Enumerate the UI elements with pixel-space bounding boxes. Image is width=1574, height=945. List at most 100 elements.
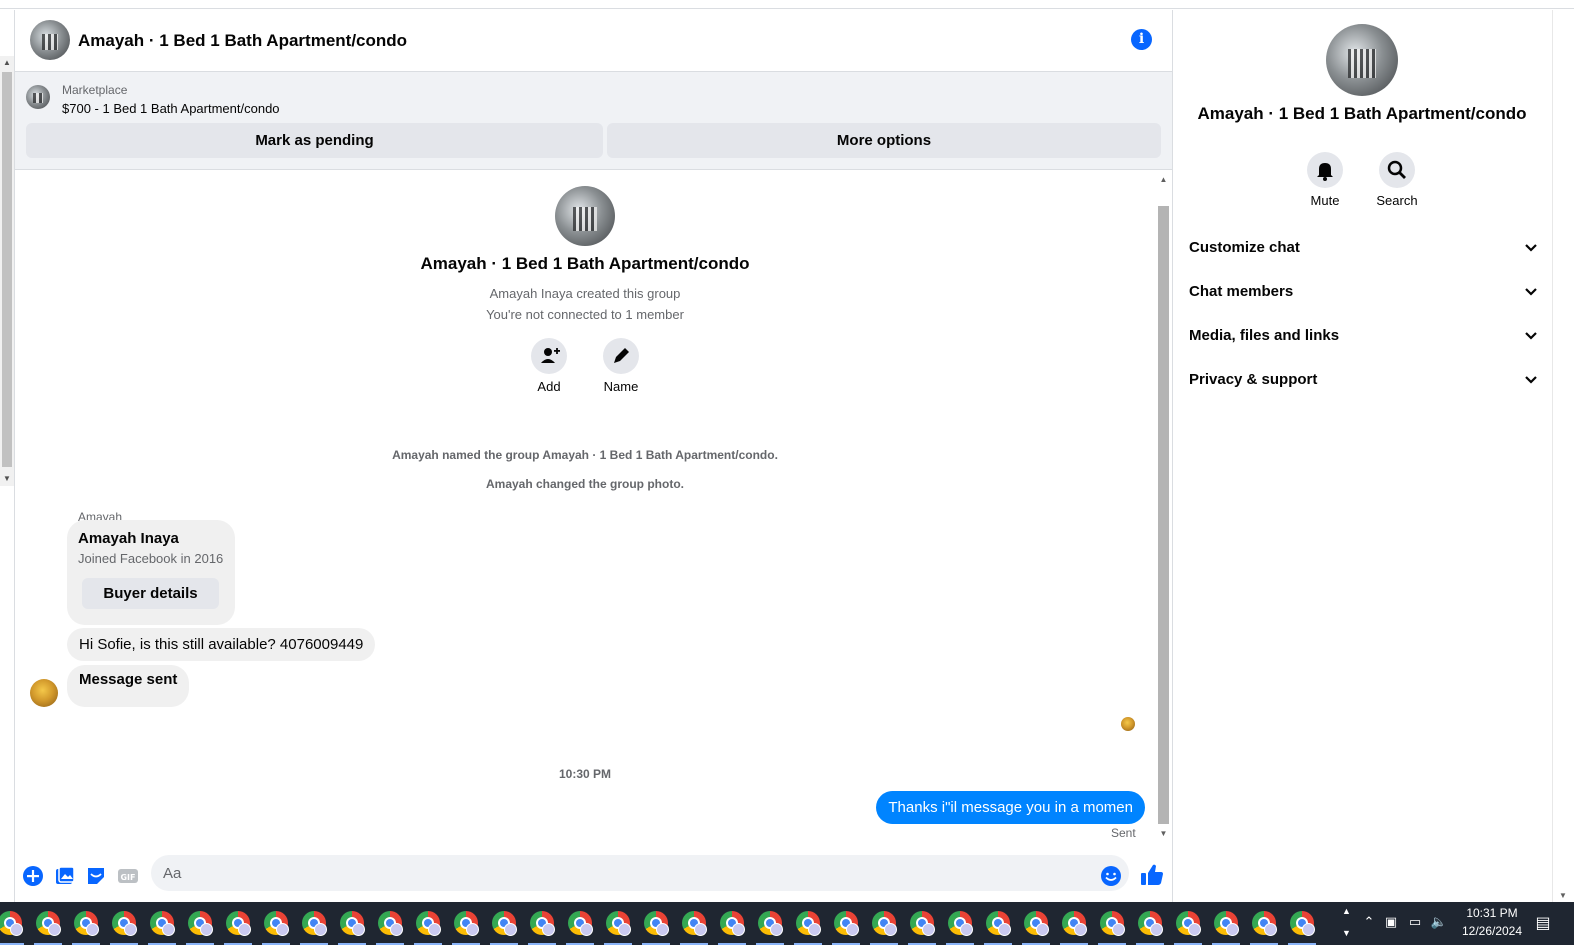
message-scrollbar[interactable]: ▲ ▼ xyxy=(1157,174,1170,839)
message-input[interactable] xyxy=(151,855,1129,891)
chrome-taskbar-icon[interactable] xyxy=(216,902,254,945)
plus-circle-icon[interactable] xyxy=(22,865,44,887)
chrome-taskbar-icon[interactable] xyxy=(672,902,710,945)
scrollbar-thumb[interactable] xyxy=(1158,206,1169,824)
mark-as-pending-button[interactable]: Mark as pending xyxy=(26,123,603,158)
chrome-taskbar-icon[interactable] xyxy=(1204,902,1242,945)
chrome-taskbar-icon[interactable] xyxy=(938,902,976,945)
chrome-taskbar-icon[interactable] xyxy=(1014,902,1052,945)
sidebar-item-privacy-support[interactable]: Privacy & support xyxy=(1189,360,1541,400)
info-icon[interactable]: i xyxy=(1131,29,1152,50)
message-timestamp: 10:30 PM xyxy=(558,767,612,781)
pencil-icon xyxy=(614,348,629,363)
sent-status: Sent xyxy=(1111,826,1136,840)
add-member-button[interactable] xyxy=(531,338,567,374)
more-options-button[interactable]: More options xyxy=(607,123,1161,158)
chrome-taskbar-icon[interactable] xyxy=(596,902,634,945)
chrome-taskbar-icon[interactable] xyxy=(330,902,368,945)
chrome-taskbar-icon[interactable] xyxy=(1280,902,1318,945)
chrome-taskbar-icon[interactable] xyxy=(254,902,292,945)
mute-button[interactable] xyxy=(1307,152,1343,188)
chrome-taskbar-icon[interactable] xyxy=(482,902,520,945)
sent-message-bubble[interactable]: Thanks i"il message you in a momen xyxy=(876,791,1145,824)
sidebar-item-customize-chat[interactable]: Customize chat xyxy=(1189,228,1541,268)
chrome-taskbar-icon[interactable] xyxy=(900,902,938,945)
chevron-up-icon[interactable]: ▲ xyxy=(1342,906,1351,916)
chrome-taskbar-icon[interactable] xyxy=(976,902,1014,945)
message-bubble[interactable]: Hi Sofie, is this still available? 40760… xyxy=(67,628,376,661)
chrome-taskbar-icon[interactable] xyxy=(1090,902,1128,945)
windows-taskbar: ▲ ▼ ⌃ ▣ ▭ 🔈 10:31 PM 12/26/2024 ▤ xyxy=(0,902,1574,945)
listing-thumbnail[interactable] xyxy=(26,85,50,109)
show-hidden-icons-icon[interactable]: ⌃ xyxy=(1360,914,1378,932)
taskbar-scroll[interactable]: ▲ ▼ xyxy=(1338,902,1356,945)
composer: GIF xyxy=(15,852,1172,902)
scrollbar-thumb[interactable] xyxy=(2,72,12,467)
chrome-taskbar-icon[interactable] xyxy=(368,902,406,945)
chrome-taskbar-icon[interactable] xyxy=(444,902,482,945)
messenger-window: ▲ ▼ Amayah · 1 Bed 1 Bath Apartment/cond… xyxy=(0,0,1574,945)
chrome-taskbar-icon[interactable] xyxy=(824,902,862,945)
sidebar-group-avatar[interactable] xyxy=(1326,24,1398,96)
meet-icon[interactable]: ▣ xyxy=(1382,914,1400,932)
marketplace-label: Marketplace xyxy=(62,83,128,97)
message-bubble[interactable]: Message sent xyxy=(67,665,190,707)
taskbar-app-icons xyxy=(0,902,1336,945)
buyer-joined: Joined Facebook in 2016 xyxy=(78,551,224,566)
chat-title[interactable]: Amayah · 1 Bed 1 Bath Apartment/condo xyxy=(78,31,407,51)
sidebar-item-label: Privacy & support xyxy=(1189,371,1318,388)
sticker-icon[interactable] xyxy=(85,865,107,887)
chrome-taskbar-icon[interactable] xyxy=(178,902,216,945)
volume-icon[interactable]: 🔈 xyxy=(1430,914,1448,932)
chrome-taskbar-icon[interactable] xyxy=(558,902,596,945)
name-group-button[interactable] xyxy=(603,338,639,374)
buyer-name: Amayah Inaya xyxy=(78,530,179,547)
chrome-taskbar-icon[interactable] xyxy=(102,902,140,945)
bell-icon xyxy=(1317,163,1333,181)
chrome-taskbar-icon[interactable] xyxy=(1242,902,1280,945)
chrome-taskbar-icon[interactable] xyxy=(140,902,178,945)
scroll-up-arrow-icon[interactable]: ▲ xyxy=(1158,174,1169,185)
sidebar-item-chat-members[interactable]: Chat members xyxy=(1189,272,1541,312)
network-icon[interactable]: ▭ xyxy=(1406,914,1424,932)
buyer-details-button[interactable]: Buyer details xyxy=(82,578,219,609)
chrome-taskbar-icon[interactable] xyxy=(862,902,900,945)
chrome-taskbar-icon[interactable] xyxy=(406,902,444,945)
chrome-taskbar-icon[interactable] xyxy=(748,902,786,945)
chrome-taskbar-icon[interactable] xyxy=(0,902,26,945)
event-group-named: Amayah named the group Amayah · 1 Bed 1 … xyxy=(392,448,778,462)
group-avatar[interactable] xyxy=(30,20,70,60)
page-scrollbar[interactable]: ▼ xyxy=(1552,10,1574,902)
chrome-taskbar-icon[interactable] xyxy=(292,902,330,945)
sidebar-item-media-files-links[interactable]: Media, files and links xyxy=(1189,316,1541,356)
scroll-down-arrow-icon[interactable]: ▼ xyxy=(2,474,12,484)
clock-date[interactable]: 12/26/2024 xyxy=(1454,924,1530,938)
notifications-icon[interactable]: ▤ xyxy=(1534,913,1552,932)
chrome-taskbar-icon[interactable] xyxy=(26,902,64,945)
read-receipt-avatar xyxy=(1121,717,1135,731)
chrome-taskbar-icon[interactable] xyxy=(634,902,672,945)
chrome-taskbar-icon[interactable] xyxy=(64,902,102,945)
chrome-taskbar-icon[interactable] xyxy=(786,902,824,945)
listing-title[interactable]: $700 - 1 Bed 1 Bath Apartment/condo xyxy=(62,101,280,116)
photo-icon[interactable] xyxy=(54,865,76,887)
group-photo[interactable] xyxy=(555,186,615,246)
chrome-taskbar-icon[interactable] xyxy=(1166,902,1204,945)
scroll-down-arrow-icon[interactable]: ▼ xyxy=(1559,891,1567,900)
gif-icon[interactable]: GIF xyxy=(117,865,139,887)
chrome-taskbar-icon[interactable] xyxy=(1128,902,1166,945)
emoji-icon[interactable] xyxy=(1100,865,1122,887)
like-thumb-icon[interactable] xyxy=(1139,862,1165,888)
scroll-up-arrow-icon[interactable]: ▲ xyxy=(2,58,12,68)
scroll-down-arrow-icon[interactable]: ▼ xyxy=(1158,828,1169,839)
sender-avatar[interactable] xyxy=(30,679,58,707)
chevron-down-icon[interactable]: ▼ xyxy=(1342,928,1351,938)
chrome-taskbar-icon[interactable] xyxy=(710,902,748,945)
chrome-taskbar-icon[interactable] xyxy=(520,902,558,945)
outer-scrollbar[interactable]: ▲ ▼ xyxy=(0,56,14,486)
chrome-taskbar-icon[interactable] xyxy=(1052,902,1090,945)
search-icon xyxy=(1387,160,1406,179)
search-button[interactable] xyxy=(1379,152,1415,188)
clock-time[interactable]: 10:31 PM xyxy=(1454,906,1530,920)
event-photo-changed: Amayah changed the group photo. xyxy=(485,477,684,491)
